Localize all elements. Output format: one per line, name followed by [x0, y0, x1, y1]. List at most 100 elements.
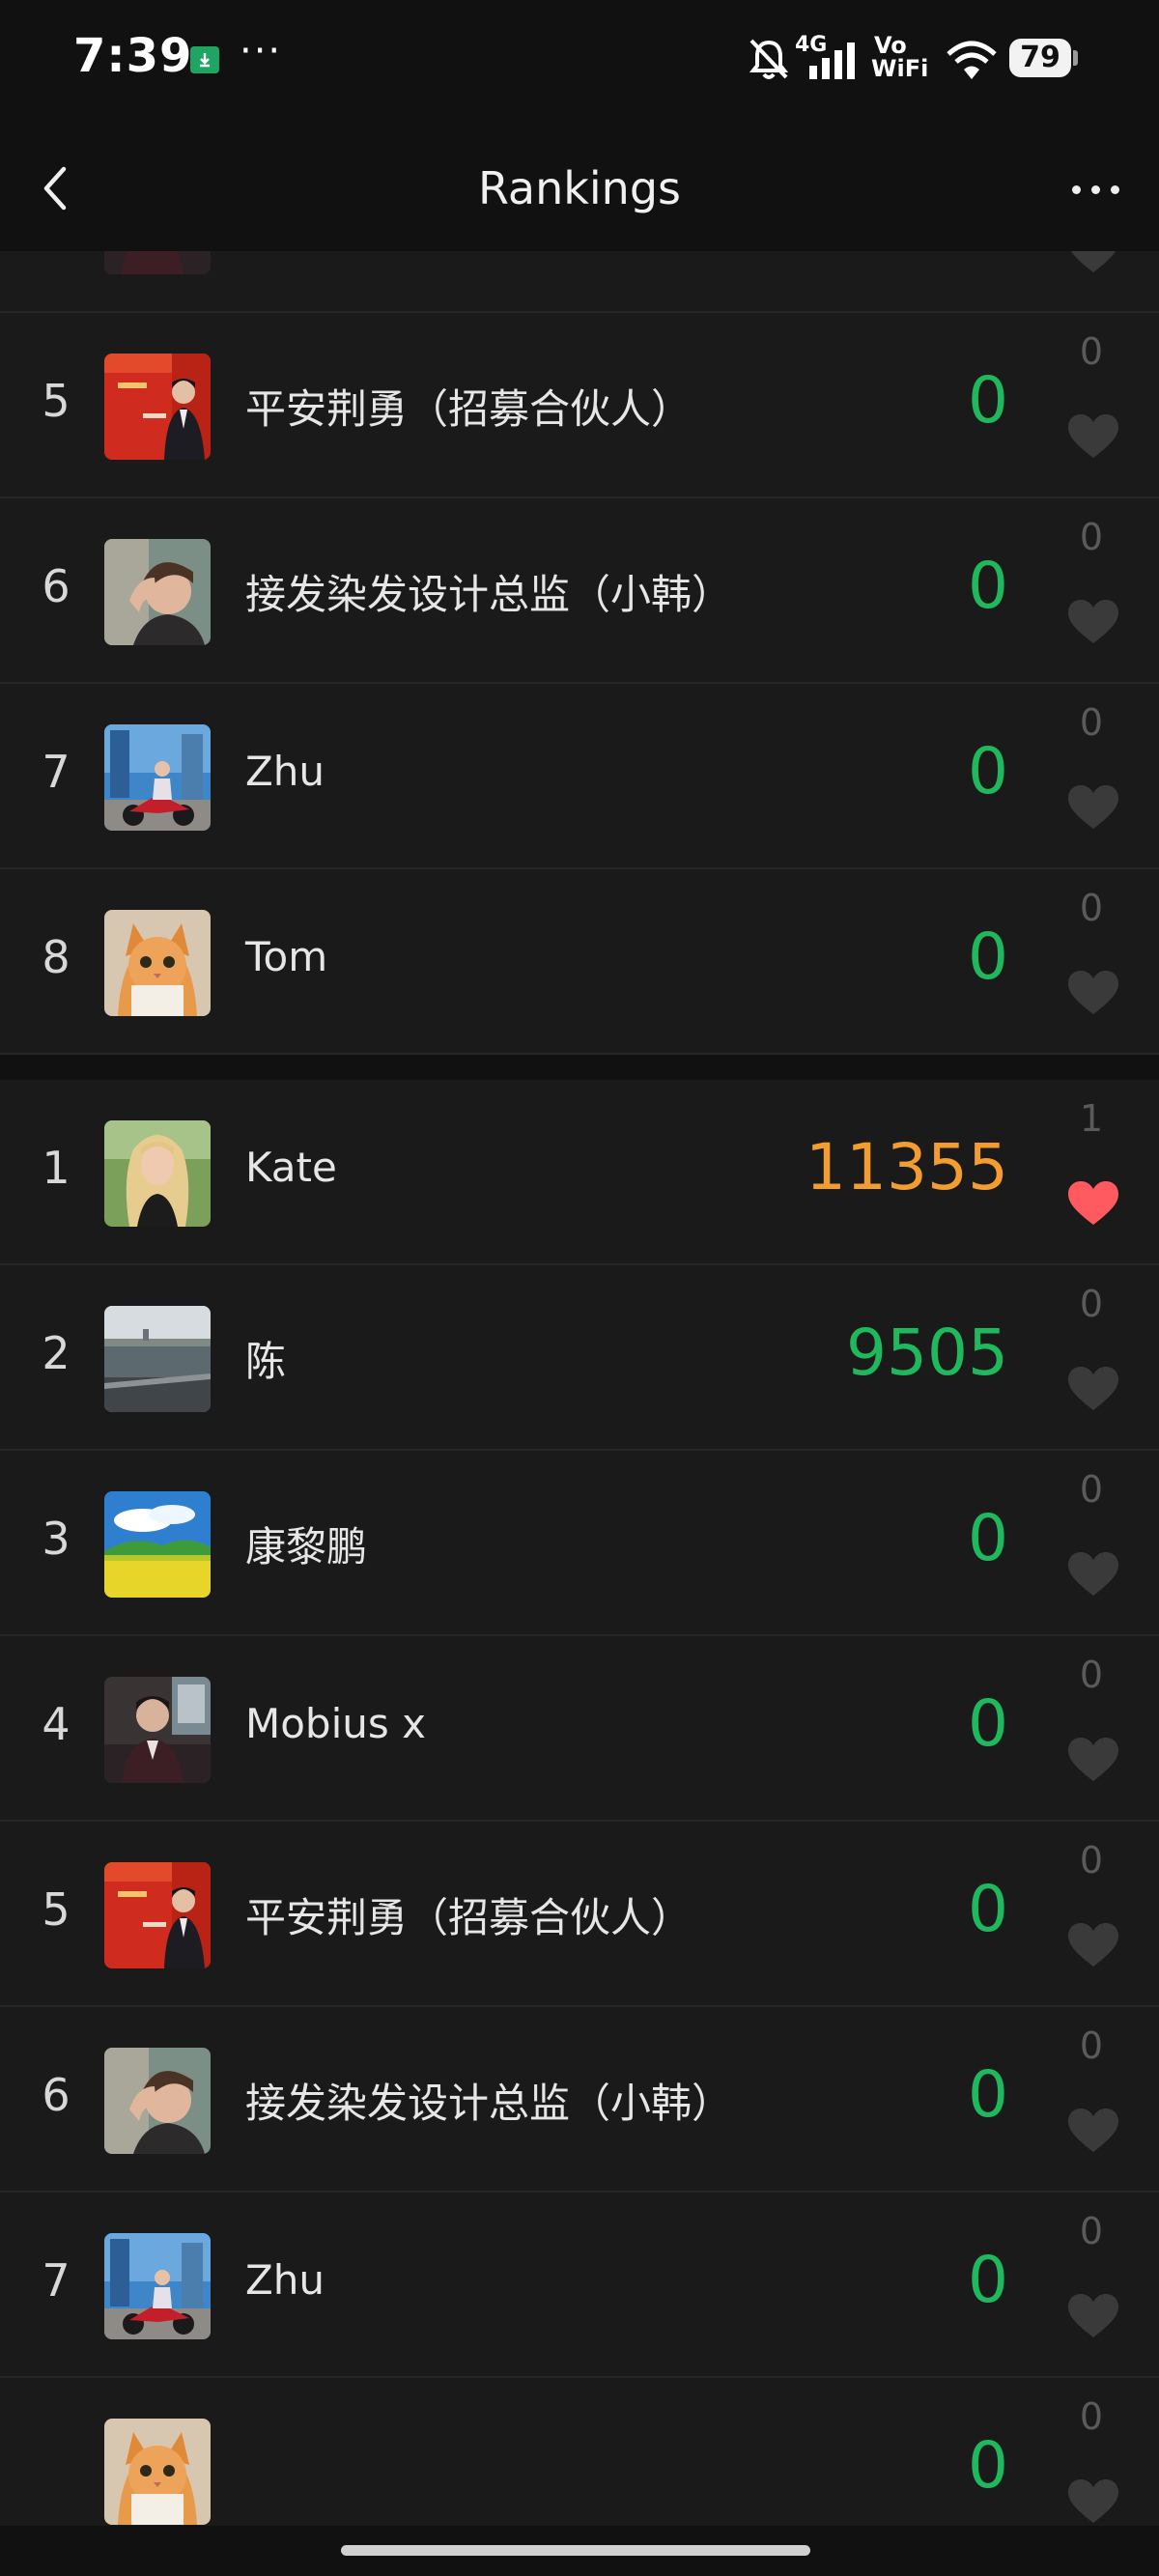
- more-dots-icon: [1072, 185, 1081, 194]
- user-name[interactable]: 陈: [245, 1329, 286, 1388]
- avatar[interactable]: [104, 2233, 211, 2339]
- ranking-row[interactable]: 8 Tom 0 0: [0, 869, 1159, 1055]
- like-count: 0: [1079, 2210, 1104, 2252]
- section-divider: [0, 1055, 1159, 1080]
- battery-icon: 79: [1009, 39, 1071, 77]
- download-notification-icon: [190, 46, 219, 73]
- heart-icon[interactable]: [1066, 2108, 1120, 2154]
- battery-tip: [1073, 50, 1078, 66]
- avatar[interactable]: [104, 724, 211, 831]
- status-time: 7:39: [73, 29, 193, 83]
- step-count: 0: [968, 1872, 1008, 1946]
- status-more-notifications: ···: [240, 29, 283, 73]
- step-count: 9505: [846, 1316, 1008, 1390]
- like-count: 0: [1079, 1654, 1104, 1696]
- step-count: 0: [968, 734, 1008, 808]
- avatar[interactable]: [104, 1491, 211, 1598]
- step-count: 0: [968, 1686, 1008, 1761]
- signal-icon: [809, 42, 855, 79]
- step-count: 0: [968, 2057, 1008, 2132]
- rank-number: 5: [42, 375, 71, 427]
- ranking-row[interactable]: 6 接发染发设计总监（小韩） 0 0: [0, 498, 1159, 684]
- ranking-row[interactable]: 4 Mobius x 0 0: [0, 1636, 1159, 1822]
- step-count: 0: [968, 2428, 1008, 2503]
- step-count: 0: [968, 1501, 1008, 1575]
- mute-bell-icon: [749, 39, 789, 79]
- avatar[interactable]: [104, 2048, 211, 2154]
- like-count: 1: [1079, 1097, 1104, 1140]
- ranking-row[interactable]: 5 平安荆勇（招募合伙人） 0 0: [0, 313, 1159, 498]
- more-dot: [1091, 185, 1100, 194]
- user-name[interactable]: Zhu: [245, 748, 325, 795]
- user-name[interactable]: 平安荆勇（招募合伙人）: [245, 377, 692, 436]
- heart-filled-icon[interactable]: [1066, 1180, 1120, 1227]
- nav-bar: Rankings: [0, 126, 1159, 251]
- avatar[interactable]: [104, 1862, 211, 1968]
- step-count: 0: [968, 363, 1008, 438]
- avatar[interactable]: [104, 2419, 211, 2525]
- more-options-button[interactable]: [1062, 159, 1130, 217]
- vowifi-label-bottom: WiFi: [871, 55, 929, 82]
- step-count: 11355: [806, 1130, 1008, 1204]
- avatar[interactable]: [104, 910, 211, 1016]
- page-title: Rankings: [477, 162, 682, 214]
- rank-number: 7: [42, 2254, 71, 2307]
- rank-number: 8: [42, 931, 71, 983]
- heart-icon[interactable]: [1066, 2293, 1120, 2339]
- rank-number: 5: [42, 1883, 71, 1936]
- ranking-row[interactable]: 00: [0, 2378, 1159, 2526]
- status-bar: 7:39 ··· 4G Vo WiFi 79: [0, 0, 1159, 126]
- rank-number: 7: [42, 746, 71, 798]
- step-count: 0: [968, 549, 1008, 623]
- ranking-row[interactable]: 3 康黎鹏 0 0: [0, 1451, 1159, 1636]
- like-count: 0: [1079, 1839, 1104, 1882]
- avatar[interactable]: [104, 539, 211, 645]
- gesture-bar: [0, 2526, 1159, 2576]
- avatar[interactable]: [104, 1120, 211, 1227]
- avatar[interactable]: [104, 1306, 211, 1412]
- ranking-row[interactable]: 7 Zhu 0 0: [0, 684, 1159, 869]
- rank-number: 2: [42, 1327, 71, 1379]
- user-name[interactable]: 康黎鹏: [245, 1514, 367, 1573]
- ranking-row[interactable]: 7 Zhu 0 0: [0, 2193, 1159, 2378]
- ranking-row[interactable]: 5 平安荆勇（招募合伙人） 0 0: [0, 1822, 1159, 2007]
- ranking-row[interactable]: 6 接发染发设计总监（小韩） 0 0: [0, 2007, 1159, 2193]
- heart-icon[interactable]: [1066, 251, 1120, 274]
- step-count: 0: [968, 2243, 1008, 2317]
- user-name[interactable]: Zhu: [245, 2256, 325, 2304]
- heart-icon[interactable]: [1066, 599, 1120, 645]
- user-name[interactable]: 接发染发设计总监（小韩）: [245, 562, 732, 621]
- heart-icon[interactable]: [1066, 970, 1120, 1016]
- like-count: 0: [1079, 887, 1104, 929]
- ranking-row[interactable]: 4Mobius x00: [0, 251, 1159, 313]
- user-name[interactable]: Kate: [245, 1144, 337, 1191]
- like-count: 0: [1079, 2395, 1104, 2438]
- like-count: 0: [1079, 2024, 1104, 2067]
- vowifi-label-top: Vo: [874, 32, 907, 59]
- heart-icon[interactable]: [1066, 1922, 1120, 1968]
- avatar[interactable]: [104, 354, 211, 460]
- ranking-row[interactable]: 1 Kate 11355 1: [0, 1080, 1159, 1265]
- rank-number: 1: [42, 1142, 71, 1194]
- heart-icon[interactable]: [1066, 1366, 1120, 1412]
- user-name[interactable]: 接发染发设计总监（小韩）: [245, 2071, 732, 2130]
- user-name[interactable]: Tom: [245, 933, 327, 980]
- avatar[interactable]: [104, 1677, 211, 1783]
- heart-icon[interactable]: [1066, 413, 1120, 460]
- rank-number: 4: [42, 1698, 71, 1750]
- heart-icon[interactable]: [1066, 784, 1120, 831]
- home-indicator[interactable]: [341, 2545, 810, 2556]
- like-count: 0: [1079, 1283, 1104, 1325]
- user-name[interactable]: Mobius x: [245, 1700, 426, 1747]
- heart-icon[interactable]: [1066, 2478, 1120, 2525]
- rank-number: 6: [42, 2069, 71, 2121]
- avatar[interactable]: [104, 251, 211, 274]
- rank-number: 6: [42, 560, 71, 612]
- heart-icon[interactable]: [1066, 1551, 1120, 1598]
- ranking-list[interactable]: 4Mobius x005平安荆勇（招募合伙人）006接发染发设计总监（小韩）00…: [0, 251, 1159, 2526]
- heart-icon[interactable]: [1066, 1737, 1120, 1783]
- user-name[interactable]: 平安荆勇（招募合伙人）: [245, 1885, 692, 1944]
- more-dot: [1111, 185, 1119, 194]
- ranking-row[interactable]: 2 陈 9505 0: [0, 1265, 1159, 1451]
- rank-number: 3: [42, 1513, 71, 1565]
